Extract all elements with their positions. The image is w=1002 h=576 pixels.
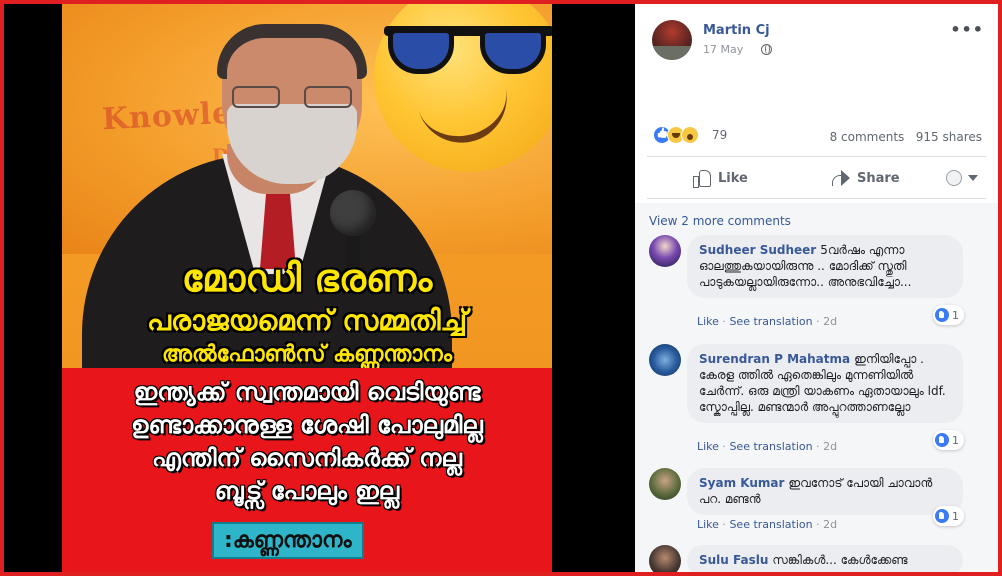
comment-reactions[interactable]: 1 [933, 305, 964, 325]
see-translation-link[interactable]: See translation [729, 518, 812, 531]
screenshot-frame: Knowle Del മോഡി ഭരണം പരാജയമെന്ന് സമ്മതിച… [4, 4, 998, 572]
comment-like-link[interactable]: Like [697, 518, 719, 531]
globe-icon [761, 44, 772, 55]
comment-text: സങ്കികൾ... കേൾക്കേണ്ട [772, 553, 908, 567]
like-reaction-icon [935, 433, 949, 447]
comment-bubble: Sulu Faslu സങ്കികൾ... കേൾക്കേണ്ട [687, 545, 963, 572]
comment-reaction-count: 1 [952, 308, 959, 322]
like-reaction-icon [935, 308, 949, 322]
headline-line-1: മോഡി ഭരണം [181, 256, 433, 300]
comment-reactions[interactable]: 1 [933, 430, 964, 450]
commenter-name[interactable]: Sudheer Sudheer [699, 243, 816, 257]
comment-reaction-count: 1 [952, 433, 959, 447]
comment-reaction-count: 1 [952, 509, 959, 523]
divider [647, 198, 986, 199]
comment-age[interactable]: 2d [823, 440, 837, 453]
author-name[interactable]: Martin Cj [703, 23, 770, 38]
glasses [232, 86, 352, 108]
like-reaction-icon [935, 509, 949, 523]
wow-reaction-icon [681, 126, 699, 144]
backdrop-text: Knowle [101, 95, 234, 138]
comment-bubble: Surendran P Mahatma ഇനിയിപ്പോ . കേരള ത്തി… [687, 344, 963, 423]
share-label: Share [857, 170, 900, 186]
comment-meta: Like · See translation · 2d [697, 518, 838, 531]
comment-like-link[interactable]: Like [697, 440, 719, 453]
attribution-tag: :കണ്ണന്താനം [212, 522, 364, 559]
body-line: ഉണ്ടാക്കാനുള്ള ശേഷി പോലുമില്ല [131, 411, 483, 439]
body-line: എന്തിന് സൈനികർക്ക് നല്ല [152, 444, 462, 472]
thumbs-up-icon [693, 169, 711, 188]
see-translation-link[interactable]: See translation [729, 315, 812, 328]
headline-line-3: അൽഫോൺസ് കണ്ണന്താനം [162, 342, 452, 367]
commenter-name[interactable]: Sulu Faslu [699, 553, 768, 567]
shares-count[interactable]: 915 shares [916, 130, 982, 144]
post-date[interactable]: 17 May [703, 43, 743, 56]
commenter-avatar[interactable] [649, 344, 681, 376]
headline-line-2: പരാജയമെന്ന് സമ്മതിച്ച് [146, 304, 468, 337]
post-image[interactable]: Knowle Del മോഡി ഭരണം പരാജയമെന്ന് സമ്മതിച… [62, 4, 552, 572]
body-line: ബൂട്സ് പോലും ഇല്ല [214, 477, 400, 505]
commenter-avatar[interactable] [649, 545, 681, 572]
body-line: ഇന്ത്യക്ക് സ്വന്തമായി വെടിയുണ്ട [133, 378, 481, 406]
sunglasses-icon [384, 22, 552, 77]
commenter-name[interactable]: Surendran P Mahatma [699, 352, 850, 366]
image-body-text: ഇന്ത്യക്ക് സ്വന്തമായി വെടിയുണ്ട ഉണ്ടാക്ക… [62, 376, 552, 508]
view-more-comments-link[interactable]: View 2 more comments [649, 214, 791, 228]
divider [647, 156, 986, 157]
comment-bubble: Syam Kumar ഇവനോട് പോയി ചാവാൻ പറ. മണ്ടൻ [687, 468, 963, 515]
reaction-count[interactable]: 79 [712, 128, 727, 142]
commenter-avatar[interactable] [649, 235, 681, 267]
profile-avatar-icon [946, 170, 962, 186]
reaction-as-selector[interactable] [946, 170, 978, 186]
like-button[interactable]: Like [693, 166, 748, 190]
comments-section: View 2 more comments Sudheer Sudheer 5വർഷ… [635, 203, 998, 572]
comment-age[interactable]: 2d [823, 518, 837, 531]
commenter-avatar[interactable] [649, 468, 681, 500]
share-button[interactable]: Share [832, 166, 900, 190]
see-translation-link[interactable]: See translation [729, 440, 812, 453]
post-header: Martin Cj 17 May ••• [635, 4, 998, 64]
comment-meta: Like · See translation · 2d [697, 315, 838, 328]
microphone-icon [330, 190, 376, 236]
more-options-icon[interactable]: ••• [950, 20, 984, 39]
man-hair [217, 24, 367, 79]
comment-meta: Like · See translation · 2d [697, 440, 838, 453]
comment-like-link[interactable]: Like [697, 315, 719, 328]
share-arrow-icon [832, 170, 850, 186]
reactions-summary[interactable]: 79 8 comments 915 shares [635, 124, 998, 148]
image-headline: മോഡി ഭരണം പരാജയമെന്ന് സമ്മതിച്ച് അൽഫോൺസ്… [62, 254, 552, 370]
comments-count[interactable]: 8 comments [830, 130, 905, 144]
comment-age[interactable]: 2d [823, 315, 837, 328]
like-label: Like [718, 170, 748, 186]
commenter-name[interactable]: Syam Kumar [699, 476, 784, 490]
post-actions: Like Share [635, 160, 998, 196]
post-side-panel: Martin Cj 17 May ••• 79 8 comments 915 s… [635, 4, 998, 572]
author-avatar[interactable] [652, 20, 692, 60]
comment-reactions[interactable]: 1 [933, 506, 964, 526]
comment-bubble: Sudheer Sudheer 5വർഷം എന്നാ ഓലത്തുകയായിരു… [687, 235, 963, 298]
caret-down-icon [968, 175, 978, 181]
engagement-counts: 8 comments 915 shares [830, 130, 982, 144]
